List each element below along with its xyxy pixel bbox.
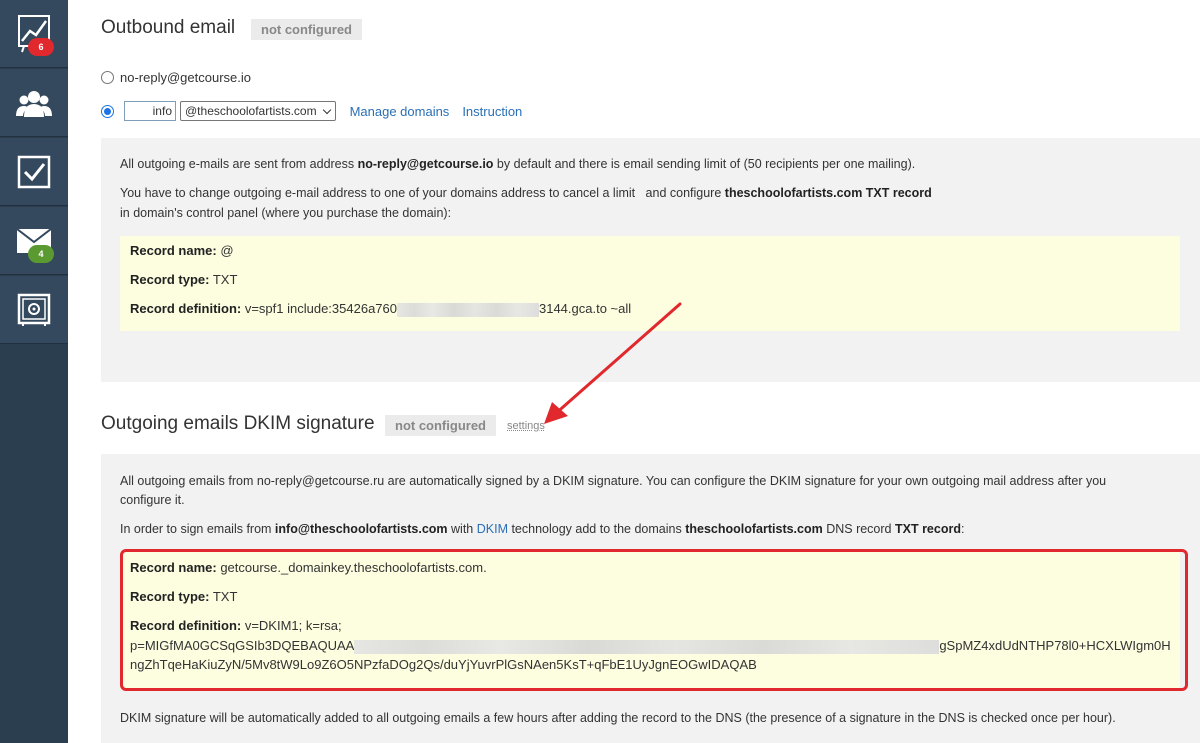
notification-badge: 4 xyxy=(28,245,54,263)
sidebar-item-messages[interactable]: 4 xyxy=(0,207,68,275)
sidebar-item-statistics[interactable]: 6 xyxy=(0,0,68,68)
annotation-arrow-icon xyxy=(544,302,682,424)
sidebar-item-settings[interactable] xyxy=(0,276,68,344)
radio-option-custom[interactable]: info @theschoolofartists.com Manage doma… xyxy=(101,101,522,121)
radio-option-default[interactable]: no-reply@getcourse.io xyxy=(101,70,251,85)
highlight-box xyxy=(120,549,1188,691)
radio-custom[interactable] xyxy=(101,104,114,118)
radio-default[interactable] xyxy=(101,71,114,84)
sidebar-item-users[interactable] xyxy=(0,69,68,137)
notification-badge: 6 xyxy=(28,38,54,56)
sidebar-item-tasks[interactable] xyxy=(0,138,68,206)
instruction-link[interactable]: Instruction xyxy=(462,104,522,119)
redacted-blur xyxy=(396,302,539,317)
outbound-email-title: Outbound email xyxy=(101,17,236,38)
domain-select[interactable]: @theschoolofartists.com xyxy=(180,101,336,121)
email-local-part-input[interactable]: info xyxy=(124,101,176,121)
dkim-instruction-text: In order to sign emails from info@thesch… xyxy=(120,522,965,536)
record-name: Record name: @ xyxy=(130,243,234,258)
outbound-info-text: All outgoing e-mails are sent from addre… xyxy=(120,157,916,171)
main-content: Outbound email not configured no-reply@g… xyxy=(68,0,1200,743)
sidebar: 6 4 xyxy=(0,0,68,743)
outbound-limit-text: You have to change outgoing e-mail addre… xyxy=(120,186,932,200)
users-icon xyxy=(16,90,52,117)
status-badge: not configured xyxy=(385,415,496,436)
dkim-title: Outgoing emails DKIM signature xyxy=(101,413,375,434)
dkim-footer-text: DKIM signature will be automatically add… xyxy=(120,711,1116,725)
tasks-checkbox-icon xyxy=(17,155,51,188)
status-badge: not configured xyxy=(251,19,362,40)
dkim-info-text-2: configure it. xyxy=(120,493,185,507)
default-address-label: no-reply@getcourse.io xyxy=(120,70,251,85)
dkim-info-panel: All outgoing emails from no-reply@getcou… xyxy=(101,454,1200,743)
safe-icon xyxy=(17,293,51,326)
dkim-info-text: All outgoing emails from no-reply@getcou… xyxy=(120,474,1107,488)
outbound-limit-text-2: in domain's control panel (where you pur… xyxy=(120,206,452,220)
record-type: Record type: TXT xyxy=(130,272,238,287)
manage-domains-link[interactable]: Manage domains xyxy=(350,104,450,119)
dkim-link[interactable]: DKIM xyxy=(477,522,508,536)
